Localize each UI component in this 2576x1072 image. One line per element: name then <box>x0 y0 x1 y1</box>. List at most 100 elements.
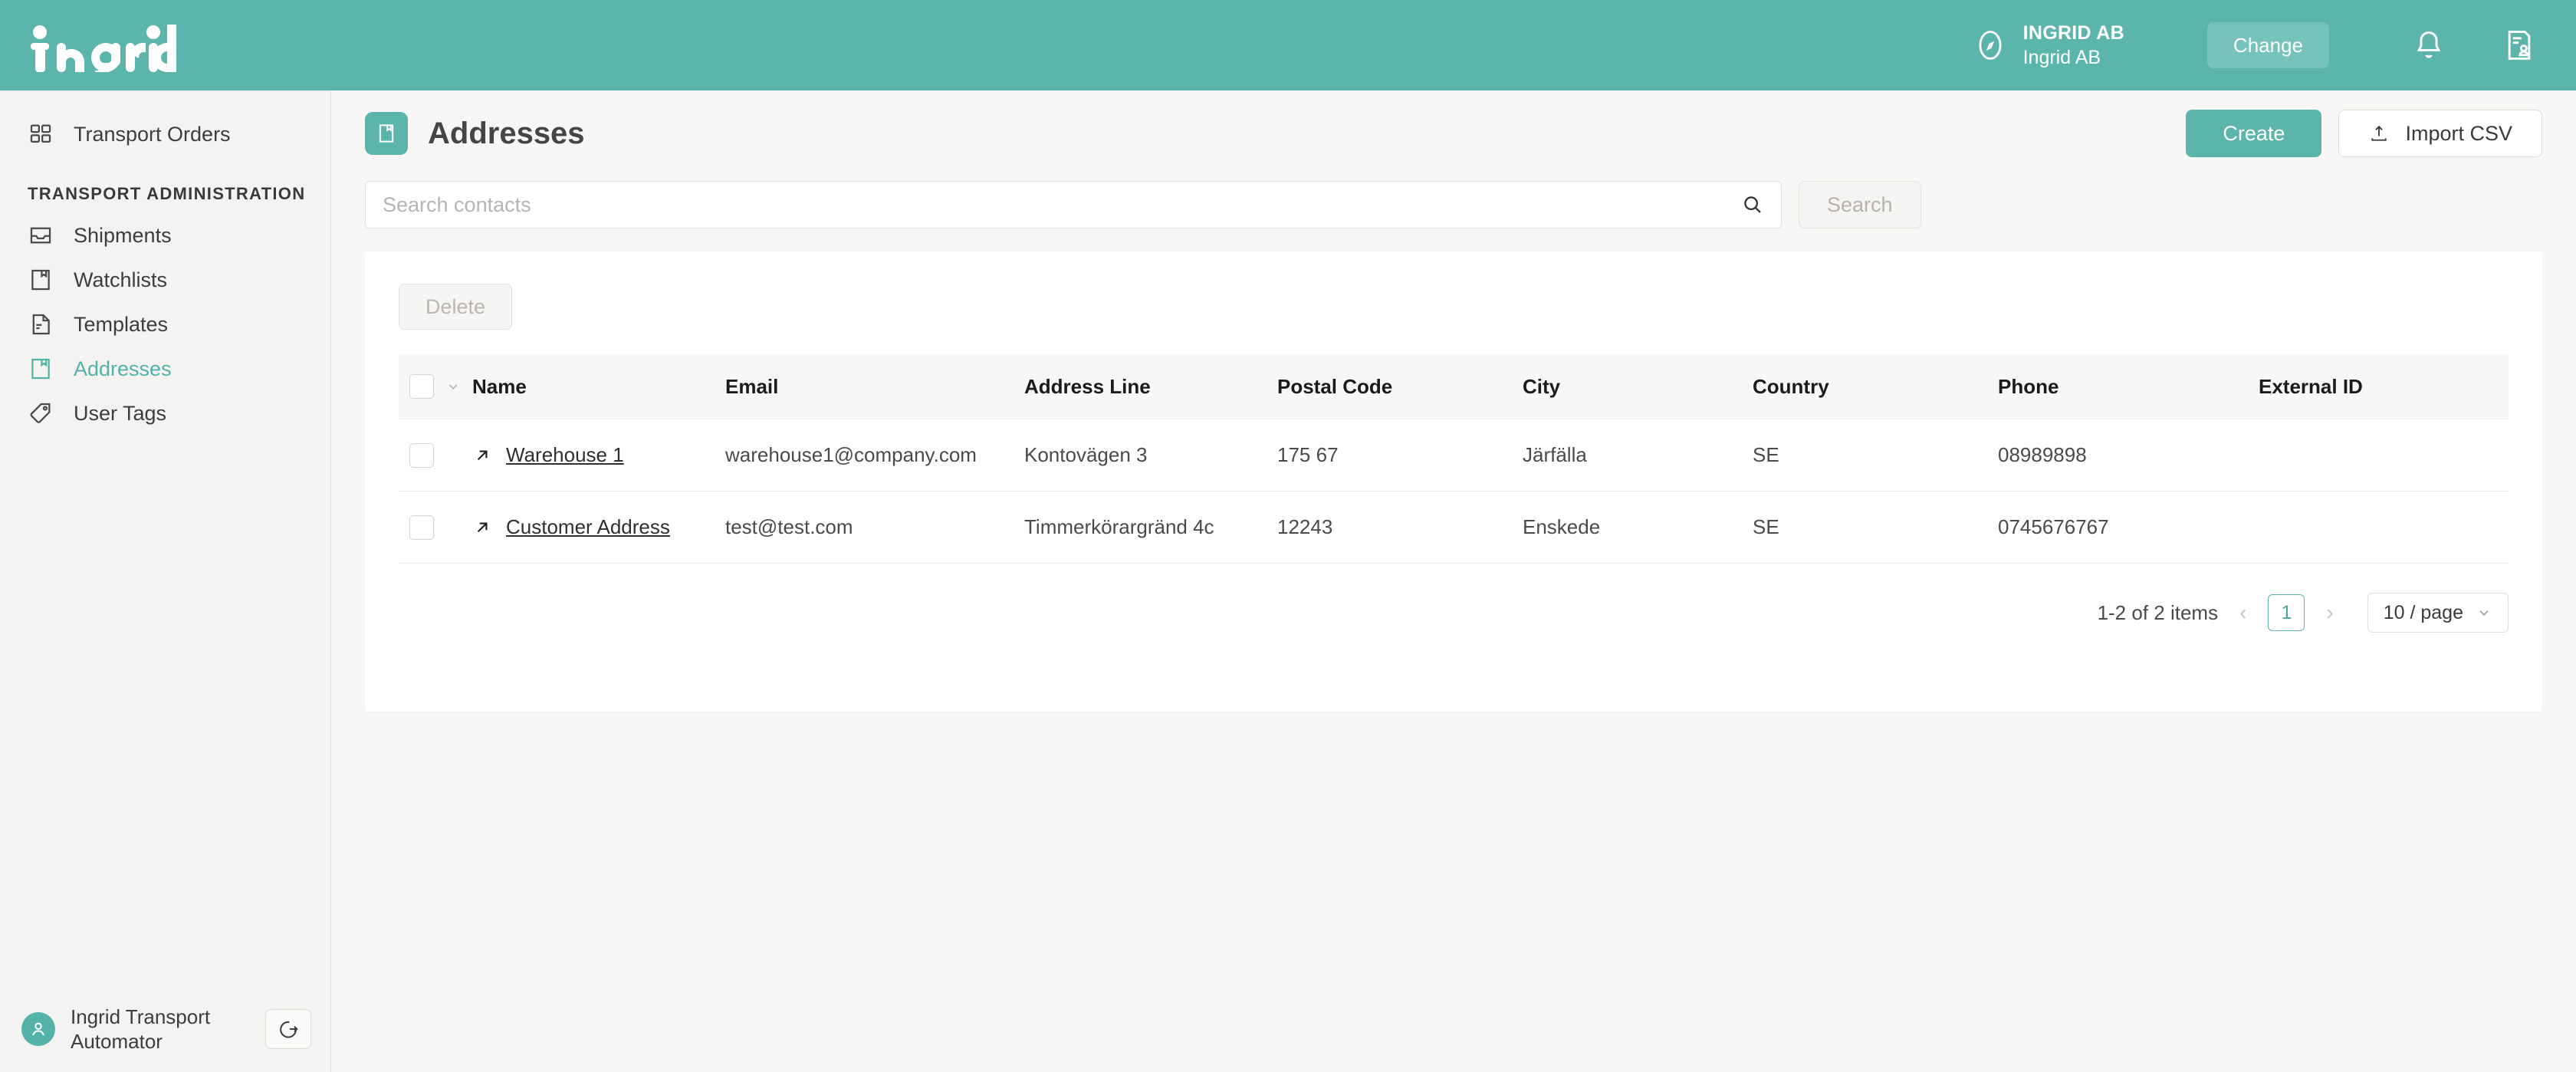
row-phone: 08989898 <box>1998 419 2259 492</box>
sidebar-item-label: Watchlists <box>74 268 168 291</box>
import-csv-button[interactable]: Import CSV <box>2338 110 2542 157</box>
user-avatar-icon <box>32 1022 44 1036</box>
org-text: INGRID AB Ingrid AB <box>2023 21 2124 70</box>
table-body: Warehouse 1 warehouse1@company.com Konto… <box>399 419 2509 564</box>
grid-icon <box>30 124 51 143</box>
main-content: Addresses Create Import CSV Search Delet… <box>331 90 2576 1072</box>
address-book-icon <box>365 112 408 155</box>
row-select-cell <box>399 419 472 492</box>
org-subname: Ingrid AB <box>2022 47 2101 68</box>
row-country: SE <box>1753 491 1998 564</box>
chevron-down-icon[interactable] <box>445 378 462 395</box>
sidebar-item-addresses[interactable]: Addresses <box>0 347 330 391</box>
select-all-checkbox[interactable] <box>409 374 434 399</box>
sidebar-item-watchlists[interactable]: Watchlists <box>0 258 330 302</box>
tag-icon <box>30 403 51 423</box>
column-header-name[interactable]: Name <box>472 354 725 419</box>
row-checkbox[interactable] <box>409 515 434 541</box>
pagination-page-1[interactable]: 1 <box>2268 594 2305 631</box>
bookmark-doc-icon <box>31 269 50 291</box>
sidebar-item-templates[interactable]: Templates <box>0 302 330 347</box>
column-header-external-id[interactable]: External ID <box>2259 354 2509 419</box>
row-city: Enskede <box>1523 491 1753 564</box>
search-field-wrapper <box>365 181 1782 229</box>
search-icon[interactable] <box>1741 193 1764 216</box>
addresses-card: Delete Name Email Address Line Postal Co… <box>365 252 2542 712</box>
ingrid-logo[interactable] <box>31 18 176 72</box>
pagination-prev-button[interactable]: ‹ <box>2233 600 2252 625</box>
table-row[interactable]: Customer Address test@test.com Timmerkör… <box>399 491 2509 564</box>
document-icon <box>32 314 50 335</box>
page-title: Addresses <box>428 116 585 150</box>
row-name-link[interactable]: Warehouse 1 <box>506 443 624 467</box>
row-postal-code: 175 67 <box>1277 419 1523 492</box>
header-right-cluster: INGRID AB Ingrid AB Change <box>1974 0 2576 90</box>
column-header-email[interactable]: Email <box>725 354 1024 419</box>
sidebar-user-box: Ingrid Transport Automator <box>0 986 331 1072</box>
search-input[interactable] <box>366 182 1781 228</box>
sidebar: Transport Orders TRANSPORT ADMINISTRATIO… <box>0 90 331 1072</box>
page-size-select[interactable]: 10 / page <box>2367 593 2509 633</box>
row-email: test@test.com <box>725 491 1024 564</box>
sidebar-item-label: Transport Orders <box>74 122 231 146</box>
row-checkbox[interactable] <box>409 443 434 469</box>
bell-icon[interactable] <box>2412 28 2446 62</box>
sidebar-section-label: TRANSPORT ADMINISTRATION <box>28 184 306 203</box>
search-row: Search <box>331 176 2576 233</box>
column-header-postal-code[interactable]: Postal Code <box>1277 354 1523 419</box>
row-select-cell <box>399 491 472 564</box>
external-link-arrow-icon <box>477 450 488 460</box>
row-phone: 0745676767 <box>1998 491 2259 564</box>
logout-icon <box>280 1021 298 1038</box>
avatar <box>21 1012 55 1046</box>
sidebar-item-label: User Tags <box>74 401 167 425</box>
table-row[interactable]: Warehouse 1 warehouse1@company.com Konto… <box>399 419 2509 492</box>
sidebar-item-shipments[interactable]: Shipments <box>0 213 330 258</box>
change-org-button[interactable]: Change <box>2206 22 2329 68</box>
contact-card-icon[interactable] <box>2502 28 2536 62</box>
sidebar-item-transport-orders[interactable]: Transport Orders <box>0 112 330 156</box>
inbox-icon <box>30 227 51 244</box>
app-header: INGRID AB Ingrid AB Change <box>0 0 2576 90</box>
create-button[interactable]: Create <box>2186 110 2322 157</box>
pagination-summary: 1-2 of 2 items <box>2097 600 2219 624</box>
page-header: Addresses Create Import CSV <box>331 90 2576 176</box>
page-header-actions: Create Import CSV <box>2186 110 2542 157</box>
sidebar-item-label: Shipments <box>74 223 172 247</box>
table-head: Name Email Address Line Postal Code City… <box>399 354 2509 419</box>
column-header-country[interactable]: Country <box>1753 354 1998 419</box>
compass-icon <box>1979 31 2002 60</box>
chevron-down-icon <box>2479 610 2489 616</box>
row-name-cell: Warehouse 1 <box>472 419 725 492</box>
import-csv-label: Import CSV <box>2405 121 2512 145</box>
row-country: SE <box>1753 419 1998 492</box>
logout-button[interactable] <box>265 1009 311 1049</box>
search-button[interactable]: Search <box>1799 181 1921 229</box>
pagination-next-button[interactable]: › <box>2320 600 2339 625</box>
row-external-id <box>2259 491 2509 564</box>
row-postal-code: 12243 <box>1277 491 1523 564</box>
row-name-cell: Customer Address <box>472 491 725 564</box>
pagination: 1-2 of 2 items ‹ 1 › 10 / page <box>399 564 2509 633</box>
delete-button[interactable]: Delete <box>399 284 513 330</box>
header-select-all <box>399 354 472 419</box>
row-address-line: Timmerkörargränd 4c <box>1024 491 1277 564</box>
row-city: Järfälla <box>1523 419 1753 492</box>
sidebar-user-name: Ingrid Transport Automator <box>71 1005 211 1053</box>
sidebar-item-label: Templates <box>74 312 169 336</box>
row-email: warehouse1@company.com <box>725 419 1024 492</box>
row-external-id <box>2259 419 2509 492</box>
org-name: INGRID AB <box>2022 22 2124 44</box>
column-header-address-line[interactable]: Address Line <box>1024 354 1277 419</box>
org-switcher[interactable]: INGRID AB Ingrid AB <box>1974 21 2124 70</box>
bookmark-doc-icon <box>31 358 50 380</box>
page-size-label: 10 / page <box>2383 601 2463 623</box>
upload-icon <box>2371 125 2387 141</box>
row-address-line: Kontovägen 3 <box>1024 419 1277 492</box>
external-link-arrow-icon <box>477 522 488 532</box>
sidebar-item-user-tags[interactable]: User Tags <box>0 391 330 436</box>
column-header-phone[interactable]: Phone <box>1998 354 2259 419</box>
row-name-link[interactable]: Customer Address <box>506 515 670 539</box>
column-header-city[interactable]: City <box>1523 354 1753 419</box>
addresses-table: Name Email Address Line Postal Code City… <box>399 354 2509 564</box>
